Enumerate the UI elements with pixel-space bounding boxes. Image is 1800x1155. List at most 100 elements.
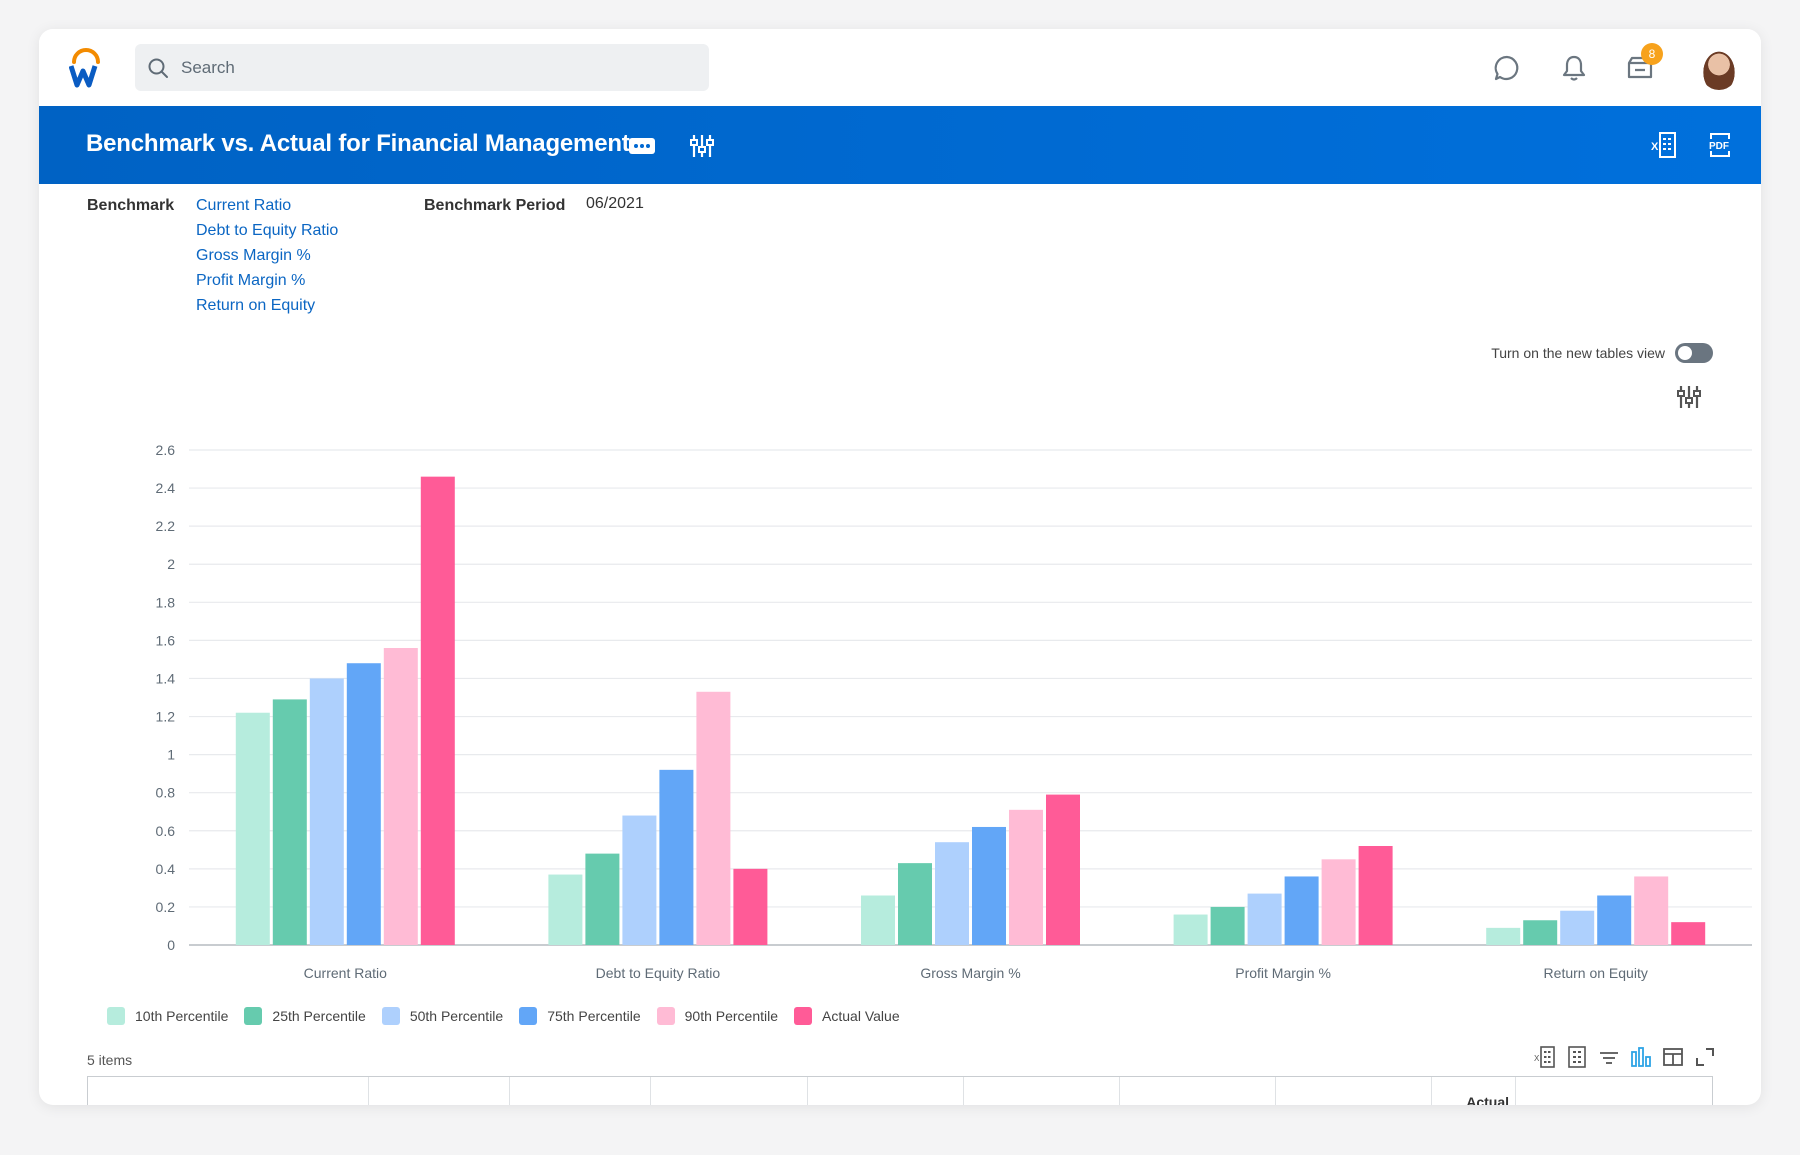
x-tick-label: Current Ratio — [304, 965, 387, 981]
y-tick-label: 0.8 — [156, 785, 176, 801]
chart-view-button[interactable] — [1629, 1045, 1653, 1069]
search-placeholder: Search — [181, 57, 235, 77]
column-header-benchmark[interactable]: Benchmark — [88, 1077, 369, 1105]
inbox-button[interactable]: 8 — [1623, 43, 1663, 85]
bar[interactable] — [346, 663, 381, 945]
legend-label: 50th Percentile — [409, 1008, 504, 1024]
bar[interactable] — [1671, 922, 1706, 945]
filter-icon — [1600, 1052, 1618, 1064]
benchmark-link-gross-margin[interactable]: Gross Margin % — [196, 243, 338, 268]
table-filter-button[interactable] — [1597, 1045, 1621, 1069]
notifications-button[interactable] — [1557, 51, 1591, 85]
column-layout-button[interactable] — [1661, 1045, 1685, 1069]
legend-label: 10th Percentile — [135, 1008, 229, 1024]
y-tick-label: 1.6 — [156, 632, 176, 648]
bar[interactable] — [235, 712, 270, 945]
bar[interactable] — [1597, 895, 1632, 946]
column-header-10th-percentile[interactable]: 10th Percentile — [651, 1077, 808, 1105]
period-label: Benchmark Period — [424, 197, 566, 214]
column-header-90th-percentile[interactable]: 90th Percentile — [1276, 1077, 1432, 1105]
legend-swatch — [244, 1007, 263, 1025]
legend-item[interactable]: 10th Percentile — [107, 1007, 228, 1025]
legend-item[interactable]: 90th Percentile — [656, 1007, 778, 1025]
tables-view-toggle[interactable] — [1675, 343, 1713, 363]
bar[interactable] — [696, 691, 731, 945]
column-header-25th-percentile[interactable]: 25th Percentile — [808, 1077, 964, 1105]
legend-item[interactable]: 25th Percentile — [244, 1007, 366, 1025]
search-input[interactable]: Search — [135, 44, 709, 91]
y-tick-label: 1.4 — [156, 670, 176, 686]
bar[interactable] — [659, 769, 694, 945]
items-count: 5 items — [87, 1052, 133, 1068]
table-export-excel-button[interactable]: X — [1533, 1045, 1557, 1069]
bar[interactable] — [1247, 893, 1282, 945]
bar[interactable] — [1173, 914, 1208, 945]
filter-settings-button[interactable] — [687, 131, 717, 161]
top-bar: Search 8 — [39, 29, 1761, 106]
bar[interactable] — [1210, 906, 1245, 945]
excel-icon: X — [1651, 132, 1676, 158]
export-excel-button[interactable]: X — [1647, 128, 1681, 162]
benchmark-table-header: Benchmark Benchmark Period Benchmark Typ… — [87, 1076, 1713, 1105]
export-pdf-button[interactable]: PDF — [1703, 128, 1737, 162]
benchmark-link-debt-to-equity[interactable]: Debt to Equity Ratio — [196, 218, 338, 243]
bar[interactable] — [861, 895, 895, 946]
column-header-number-of-participants[interactable]: Number of Participants — [1516, 1077, 1712, 1106]
y-tick-label: 2.4 — [156, 480, 176, 496]
column-header-50th-percentile[interactable]: 50th Percentile — [964, 1077, 1120, 1105]
legend-item[interactable]: 50th Percentile — [381, 1007, 504, 1025]
bar[interactable] — [1560, 910, 1595, 945]
x-tick-label: Debt to Equity Ratio — [596, 965, 721, 981]
y-tick-label: 2 — [167, 556, 175, 572]
bar[interactable] — [1284, 876, 1319, 945]
bar[interactable] — [1486, 927, 1521, 945]
bar[interactable] — [935, 842, 969, 945]
benchmark-link-return-on-equity[interactable]: Return on Equity — [196, 293, 338, 318]
bar[interactable] — [1321, 859, 1356, 945]
bar[interactable] — [420, 476, 455, 945]
legend-swatch — [794, 1007, 813, 1025]
bar[interactable] — [548, 874, 583, 945]
column-header-benchmark-period[interactable]: Benchmark Period — [369, 1077, 510, 1105]
bar[interactable] — [1009, 809, 1043, 945]
legend-item[interactable]: Actual Value — [794, 1007, 900, 1025]
y-tick-label: 2.6 — [156, 442, 176, 458]
workday-logo-icon[interactable] — [68, 47, 103, 89]
legend-label: 25th Percentile — [272, 1008, 366, 1024]
benchmark-link-profit-margin[interactable]: Profit Margin % — [196, 268, 338, 293]
column-header-actual-value[interactable]: Actual Value — [1432, 1077, 1516, 1105]
y-tick-label: 1.8 — [156, 594, 176, 610]
bar[interactable] — [898, 863, 932, 945]
user-avatar[interactable] — [1699, 46, 1739, 90]
sliders-icon — [690, 135, 714, 157]
sliders-icon — [1677, 386, 1701, 408]
bar[interactable] — [272, 699, 307, 945]
x-tick-label: Profit Margin % — [1235, 965, 1331, 981]
svg-text:PDF: PDF — [1709, 141, 1729, 152]
bar[interactable] — [1634, 876, 1669, 945]
bar[interactable] — [309, 678, 344, 945]
benchmark-link-current-ratio[interactable]: Current Ratio — [196, 193, 338, 218]
bar[interactable] — [972, 826, 1006, 945]
legend-swatch — [107, 1007, 125, 1025]
chat-button[interactable] — [1490, 51, 1524, 85]
legend-item[interactable]: 75th Percentile — [519, 1007, 641, 1025]
y-tick-label: 0 — [167, 937, 175, 953]
bar[interactable] — [585, 853, 620, 945]
column-header-benchmark-type[interactable]: Benchmark Type — [510, 1077, 651, 1105]
table-view-button[interactable] — [1565, 1045, 1589, 1069]
column-header-75th-percentile[interactable]: 75th Percentile — [1120, 1077, 1276, 1105]
chart-settings-button[interactable] — [1677, 384, 1701, 415]
y-tick-label: 1.2 — [156, 709, 176, 725]
related-actions-button[interactable] — [627, 135, 657, 157]
y-tick-label: 0.4 — [156, 861, 176, 877]
bar[interactable] — [733, 868, 768, 945]
bar[interactable] — [1523, 920, 1558, 945]
y-tick-label: 0.2 — [156, 899, 176, 915]
fullscreen-button[interactable] — [1693, 1045, 1717, 1069]
bar[interactable] — [1046, 794, 1080, 945]
bar-chart-icon — [1631, 1047, 1651, 1067]
bar[interactable] — [1358, 846, 1393, 945]
bar[interactable] — [622, 815, 657, 945]
bar[interactable] — [383, 648, 418, 945]
